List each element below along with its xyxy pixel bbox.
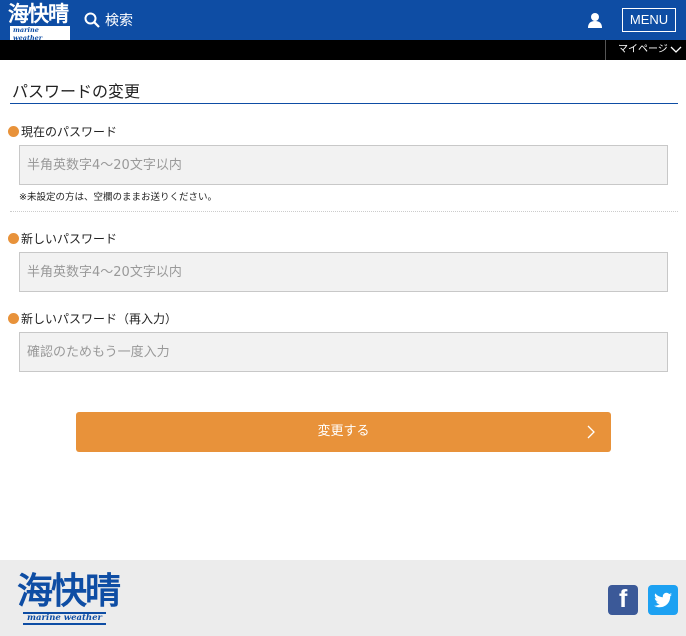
confirm-password-label: 新しいパスワード（再入力）	[8, 310, 177, 327]
menu-button[interactable]: MENU	[622, 8, 676, 32]
new-password-label-text: 新しいパスワード	[21, 232, 118, 246]
footer-logo[interactable]: 海快晴 marine weather	[17, 571, 131, 625]
confirm-password-input[interactable]	[19, 332, 668, 372]
current-password-label-text: 現在のパスワード	[21, 125, 118, 139]
mypage-dropdown[interactable]: マイページ	[605, 40, 686, 60]
new-password-input[interactable]	[19, 252, 668, 292]
user-icon[interactable]	[587, 12, 603, 32]
site-logo[interactable]: 海快晴 marine weather	[8, 2, 70, 42]
sub-navigation-bar: マイページ	[0, 40, 686, 60]
search-icon	[84, 12, 100, 28]
submit-button[interactable]: 変更する	[76, 412, 611, 452]
confirm-password-label-text: 新しいパスワード（再入力）	[21, 312, 178, 326]
current-password-input[interactable]	[19, 145, 668, 185]
mypage-label: マイページ	[618, 44, 668, 55]
logo-text: 海快晴	[8, 2, 69, 26]
divider	[10, 211, 678, 212]
twitter-icon[interactable]	[648, 585, 678, 615]
current-password-note: ※未設定の方は、空欄のままお送りください。	[19, 192, 217, 203]
facebook-icon[interactable]: f	[608, 585, 638, 615]
footer-logo-subtext: marine weather	[23, 612, 106, 625]
chevron-down-icon	[670, 46, 682, 53]
chevron-right-icon	[587, 425, 595, 439]
new-password-label: 新しいパスワード	[8, 230, 117, 247]
site-header: 海快晴 marine weather 検索 MENU	[0, 0, 686, 42]
bullet-dot-icon	[8, 313, 19, 324]
footer-logo-text: 海快晴	[17, 571, 121, 612]
search-button[interactable]: 検索	[84, 10, 133, 30]
page-title: パスワードの変更	[10, 78, 678, 104]
bullet-dot-icon	[8, 233, 19, 244]
bullet-dot-icon	[8, 126, 19, 137]
search-label: 検索	[105, 13, 133, 29]
site-footer: 海快晴 marine weather	[0, 560, 686, 636]
current-password-label: 現在のパスワード	[8, 123, 117, 140]
submit-label: 変更する	[317, 424, 370, 439]
